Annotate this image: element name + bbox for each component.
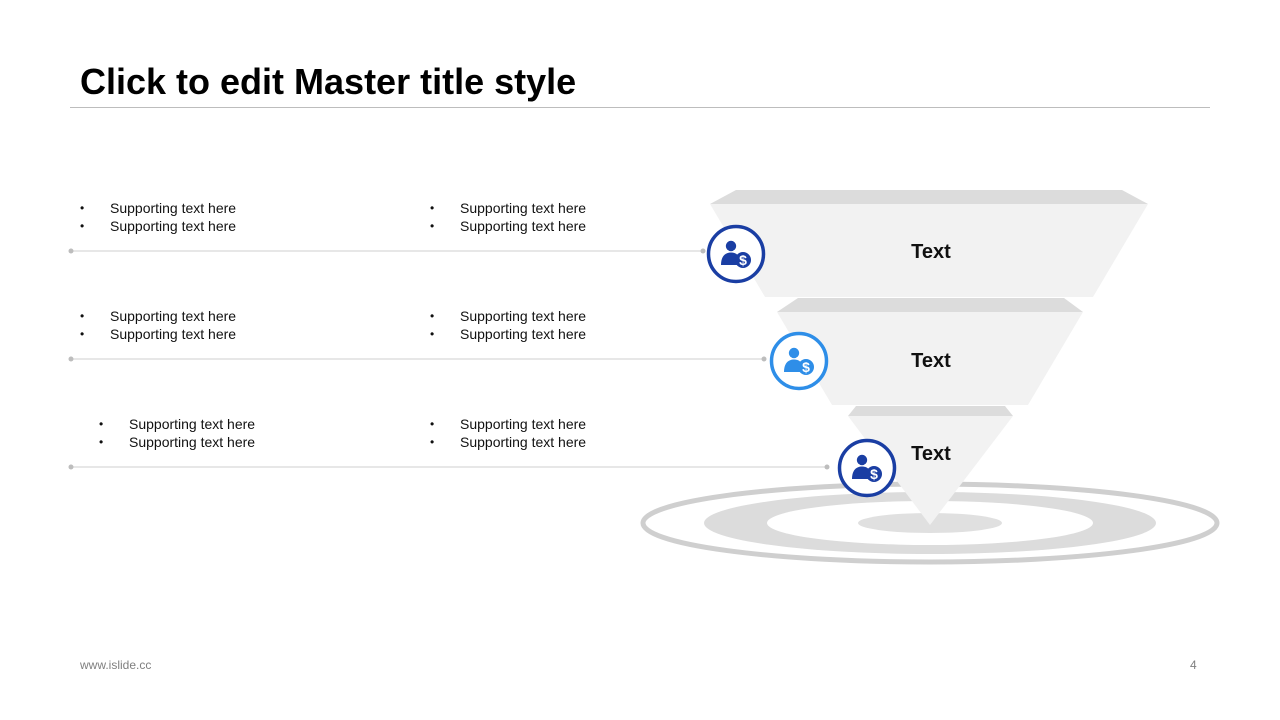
- funnel-target-diagram: $ Text Text Text: [68, 190, 1220, 565]
- funnel-label-3: Text: [911, 443, 951, 465]
- footer-url: www.islide.cc: [80, 658, 152, 672]
- user-dollar-icon: [837, 438, 897, 498]
- page-number: 4: [1190, 658, 1197, 672]
- connector-line-2: [68, 356, 767, 362]
- funnel-label-1: Text: [911, 241, 951, 263]
- user-dollar-icon: [706, 224, 766, 284]
- connector-line-1: [68, 248, 706, 254]
- connector-line-3: [68, 464, 830, 470]
- funnel-label-2: Text: [911, 350, 951, 372]
- user-dollar-icon: [769, 331, 829, 391]
